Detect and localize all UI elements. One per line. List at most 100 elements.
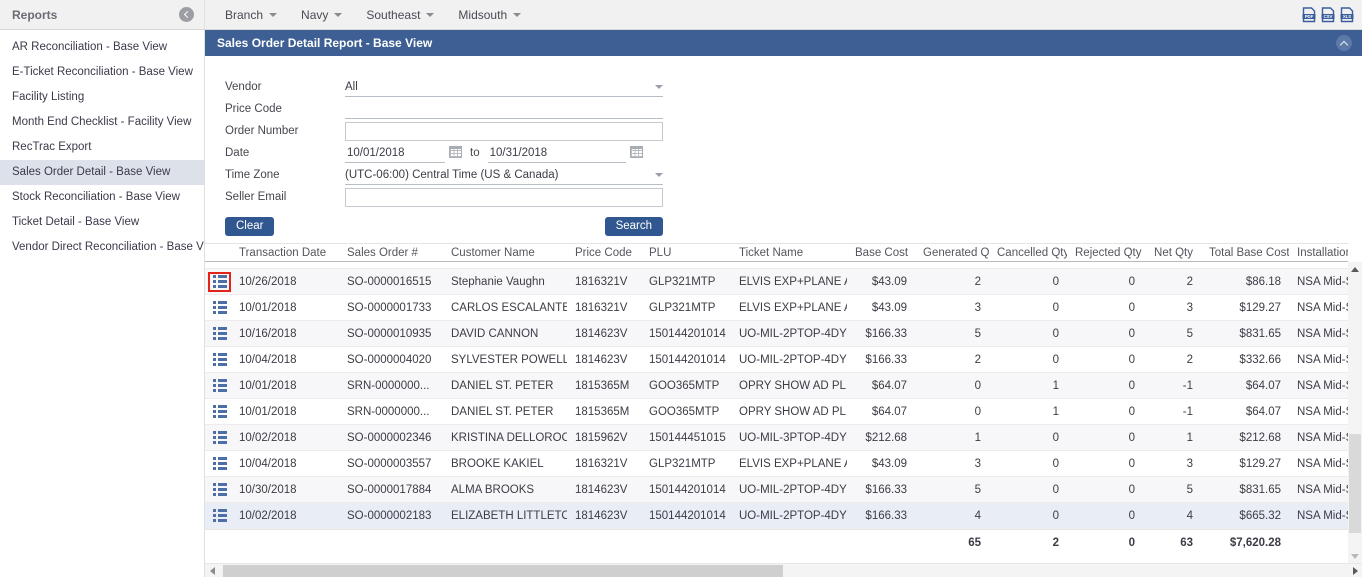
sidebar-item[interactable]: Ticket Detail - Base View [0, 210, 204, 235]
cell-transaction-date: 10/26/2018 [231, 276, 339, 288]
cell-ticket-name: UO-MIL-3PTOP-4DY C [731, 432, 847, 444]
table-row[interactable]: 10/02/2018SO-0000002346KRISTINA DELLOROC… [205, 425, 1348, 451]
column-header[interactable]: Base Cost [847, 247, 915, 259]
sidebar-item[interactable]: E-Ticket Reconciliation - Base View [0, 60, 204, 85]
panel-collapse-icon[interactable] [1336, 35, 1352, 51]
column-header[interactable]: Generated Qty [915, 247, 989, 259]
time-zone-select[interactable]: (UTC-06:00) Central Time (US & Canada) [345, 166, 663, 185]
vertical-scrollbar[interactable] [1348, 262, 1362, 563]
column-header[interactable]: Ticket Name [731, 247, 847, 259]
column-header[interactable]: Net Qty [1143, 247, 1201, 259]
horizontal-scroll-track[interactable] [219, 564, 1348, 577]
column-header[interactable]: Transaction Date [231, 247, 339, 259]
seller-email-input[interactable] [345, 188, 663, 207]
table-row[interactable]: 10/16/2018SO-0000010935DAVID CANNON18146… [205, 321, 1348, 347]
row-detail-menu-icon[interactable] [211, 480, 229, 499]
column-header[interactable]: Customer Name [443, 247, 567, 259]
vertical-scroll-thumb[interactable] [1349, 434, 1361, 532]
search-button[interactable]: Search [605, 217, 663, 236]
cell-customer-name: BROOKE KAKIEL [443, 458, 567, 470]
cell-base-cost: $43.09 [847, 302, 915, 314]
column-header[interactable]: Sales Order # [339, 247, 443, 259]
row-detail-menu-icon[interactable] [211, 428, 229, 447]
top-menu-item[interactable]: Southeast [354, 0, 446, 29]
cell-installation: NSA Mid-Sou [1289, 406, 1348, 418]
cell-plu: GLP321MTP [641, 276, 731, 288]
table-row[interactable]: 10/30/2018SO-0000017884ALMA BROOKS181462… [205, 477, 1348, 503]
table-row[interactable]: 10/04/2018SO-0000004020SYLVESTER POWELL1… [205, 347, 1348, 373]
time-zone-label: Time Zone [225, 169, 345, 181]
row-detail-menu-icon[interactable] [211, 272, 229, 291]
top-menu-item[interactable]: Midsouth [446, 0, 533, 29]
sidebar-item[interactable]: AR Reconciliation - Base View [0, 35, 204, 60]
sidebar-item[interactable]: Facility Listing [0, 85, 204, 110]
column-header[interactable]: Price Code [567, 247, 641, 259]
sidebar-item[interactable]: Stock Reconciliation - Base View [0, 185, 204, 210]
horizontal-scroll-thumb[interactable] [223, 565, 783, 577]
cell-installation: NSA Mid-Sou [1289, 302, 1348, 314]
row-detail-menu-icon[interactable] [211, 402, 229, 421]
column-header[interactable]: Installation [1289, 247, 1348, 259]
row-detail-menu-icon[interactable] [211, 324, 229, 343]
cell-transaction-date: 10/02/2018 [231, 432, 339, 444]
scroll-left-icon[interactable] [205, 564, 219, 577]
order-number-label: Order Number [225, 125, 345, 137]
row-detail-menu-icon[interactable] [211, 454, 229, 473]
export-xls-icon[interactable]: XLS [1340, 7, 1354, 23]
row-detail-menu-icon[interactable] [211, 506, 229, 525]
column-header[interactable]: Total Base Cost [1201, 247, 1289, 259]
table-row[interactable]: 10/01/2018SRN-0000000...DANIEL ST. PETER… [205, 399, 1348, 425]
column-header[interactable]: PLU [641, 247, 731, 259]
scroll-down-icon[interactable] [1348, 549, 1362, 563]
cell-transaction-date: 10/16/2018 [231, 328, 339, 340]
table-row[interactable]: 10/01/2018SO-0000001733CARLOS ESCALANTE1… [205, 295, 1348, 321]
column-header[interactable]: Cancelled Qty [989, 247, 1067, 259]
sidebar-item[interactable]: Sales Order Detail - Base View [0, 160, 204, 185]
vendor-select[interactable]: All [345, 78, 663, 97]
cell-price-code: 1816321V [567, 302, 641, 314]
table-row[interactable]: 10/01/2018SRN-0000000...DANIEL ST. PETER… [205, 373, 1348, 399]
cell-price-code: 1814623V [567, 354, 641, 366]
scroll-right-icon[interactable] [1348, 564, 1362, 577]
cell-ticket-name: UO-MIL-2PTOP-4DY A [731, 484, 847, 496]
cell-sales-order: SO-0000017884 [339, 484, 443, 496]
top-menu-item[interactable]: Navy [289, 0, 354, 29]
row-detail-menu-icon[interactable] [211, 298, 229, 317]
cell-rejected-qty: 0 [1067, 302, 1143, 314]
top-menu-item[interactable]: Branch [213, 0, 289, 29]
sidebar-item[interactable]: Vendor Direct Reconciliation - Base View [0, 235, 204, 260]
sidebar-collapse-button[interactable] [179, 7, 194, 22]
cell-total-base-cost: $129.27 [1201, 302, 1289, 314]
table-row[interactable]: 10/04/2018SO-0000003557BROOKE KAKIEL1816… [205, 451, 1348, 477]
top-menu-bar: BranchNavySoutheastMidsouth PDF CSV XLS [205, 0, 1362, 29]
row-detail-menu-icon[interactable] [211, 376, 229, 395]
price-code-input[interactable] [345, 100, 663, 119]
sidebar-item[interactable]: RecTrac Export [0, 135, 204, 160]
cell-customer-name: Stephanie Vaughn [443, 276, 567, 288]
cell-base-cost: $166.33 [847, 328, 915, 340]
cell-net-qty: 3 [1143, 302, 1201, 314]
cell-transaction-date: 10/01/2018 [231, 406, 339, 418]
export-pdf-icon[interactable]: PDF [1302, 7, 1316, 23]
date-to-input[interactable] [488, 144, 626, 163]
vertical-scroll-track[interactable] [1348, 276, 1362, 549]
export-csv-icon[interactable]: CSV [1321, 7, 1335, 23]
svg-text:PDF: PDF [1305, 14, 1314, 19]
calendar-icon[interactable] [630, 146, 643, 158]
order-number-input[interactable] [345, 122, 663, 141]
cell-cancelled-qty: 0 [989, 302, 1067, 314]
date-from-input[interactable] [345, 144, 445, 163]
horizontal-scrollbar[interactable] [205, 563, 1362, 577]
table-row[interactable]: 10/26/2018SO-0000016515Stephanie Vaughn1… [205, 269, 1348, 295]
reports-sidebar: AR Reconciliation - Base ViewE-Ticket Re… [0, 30, 205, 577]
cell-rejected-qty: 0 [1067, 458, 1143, 470]
row-detail-menu-icon[interactable] [211, 350, 229, 369]
cell-rejected-qty: 0 [1067, 432, 1143, 444]
column-header[interactable]: Rejected Qty [1067, 247, 1143, 259]
scroll-up-icon[interactable] [1348, 262, 1362, 276]
sidebar-item[interactable]: Month End Checklist - Facility View [0, 110, 204, 135]
calendar-icon[interactable] [449, 146, 462, 158]
cell-installation: NSA Mid-Sou [1289, 484, 1348, 496]
table-row[interactable]: 10/02/2018SO-0000002183ELIZABETH LITTLET… [205, 503, 1348, 529]
clear-button[interactable]: Clear [225, 217, 274, 236]
